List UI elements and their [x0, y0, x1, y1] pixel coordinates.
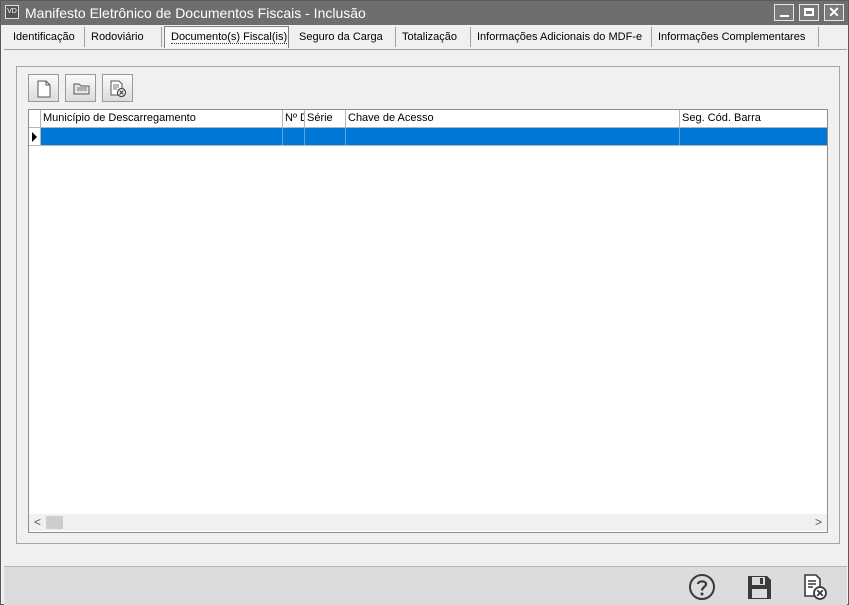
tab-informacoes-complementares[interactable]: Informações Complementares — [652, 27, 819, 47]
cell-serie[interactable] — [305, 128, 346, 145]
tab-bar: Identificação Rodoviário Documento(s) Fi… — [4, 26, 847, 50]
new-document-icon — [37, 80, 51, 98]
tab-label: Identificação — [13, 31, 75, 43]
horizontal-scrollbar[interactable]: < > — [29, 514, 827, 531]
tab-label: Informações Adicionais do MDF-e — [477, 31, 643, 43]
column-header-chave-de-acesso[interactable]: Chave de Acesso — [346, 110, 680, 127]
table-row[interactable] — [29, 128, 827, 146]
tab-identificacao[interactable]: Identificação — [7, 27, 85, 47]
scroll-thumb[interactable] — [46, 516, 63, 529]
close-icon: ✕ — [828, 4, 840, 20]
column-header-municipio[interactable]: Município de Descarregamento — [41, 110, 283, 127]
cell-seg-cod-barra[interactable] — [680, 128, 827, 145]
main-window: VD Manifesto Eletrônico de Documentos Fi… — [0, 0, 849, 605]
tab-seguro-da-carga[interactable]: Seguro da Carga — [293, 27, 396, 47]
tab-label: Rodoviário — [91, 31, 144, 43]
cell-chave-de-acesso[interactable] — [346, 128, 680, 145]
cell-numero[interactable] — [283, 128, 305, 145]
minimize-button[interactable] — [774, 4, 794, 21]
close-button[interactable]: ✕ — [824, 4, 844, 21]
tab-totalizacao[interactable]: Totalização — [396, 27, 471, 47]
row-indicator — [29, 128, 41, 145]
new-document-button[interactable] — [28, 74, 59, 102]
maximize-button[interactable] — [799, 4, 819, 21]
tab-label: Documento(s) Fiscal(is) — [171, 31, 288, 44]
maximize-icon — [804, 8, 814, 16]
tab-label: Seguro da Carga — [299, 31, 383, 43]
documents-panel: Município de Descarregamento Nº D Série … — [16, 66, 840, 544]
tab-rodoviario[interactable]: Rodoviário — [85, 27, 162, 47]
tab-documentos-fiscais[interactable]: Documento(s) Fiscal(is) — [164, 26, 289, 48]
tab-label: Informações Complementares — [658, 31, 806, 43]
column-header-serie[interactable]: Série — [305, 110, 346, 127]
row-indicator-header — [29, 110, 41, 127]
scroll-left-button[interactable]: < — [29, 514, 46, 531]
column-header-seg-cod-barra[interactable]: Seg. Cód. Barra — [680, 110, 827, 127]
tab-label: Totalização — [402, 31, 458, 43]
scroll-right-button[interactable]: > — [810, 514, 827, 531]
current-row-arrow-icon — [32, 132, 37, 142]
tab-informacoes-adicionais[interactable]: Informações Adicionais do MDF-e — [471, 27, 652, 47]
title-bar: VD Manifesto Eletrônico de Documentos Fi… — [1, 1, 848, 25]
app-icon: VD — [5, 5, 19, 19]
cell-municipio[interactable] — [41, 128, 283, 145]
help-icon — [689, 574, 715, 600]
bottom-action-bar — [4, 566, 847, 605]
delete-document-icon — [110, 80, 127, 98]
open-folder-icon — [73, 83, 90, 95]
delete-document-button[interactable] — [102, 74, 133, 102]
cancel-document-icon — [804, 574, 827, 600]
window-title: Manifesto Eletrônico de Documentos Fisca… — [25, 5, 366, 21]
minimize-icon — [780, 15, 789, 17]
grid-header: Município de Descarregamento Nº D Série … — [29, 110, 827, 128]
open-button[interactable] — [65, 74, 96, 102]
column-header-numero[interactable]: Nº D — [283, 110, 305, 127]
save-button[interactable] — [744, 572, 774, 602]
documents-grid[interactable]: Município de Descarregamento Nº D Série … — [28, 109, 828, 533]
cancel-button[interactable] — [800, 572, 830, 602]
save-icon — [748, 576, 771, 599]
help-button[interactable] — [687, 572, 717, 602]
